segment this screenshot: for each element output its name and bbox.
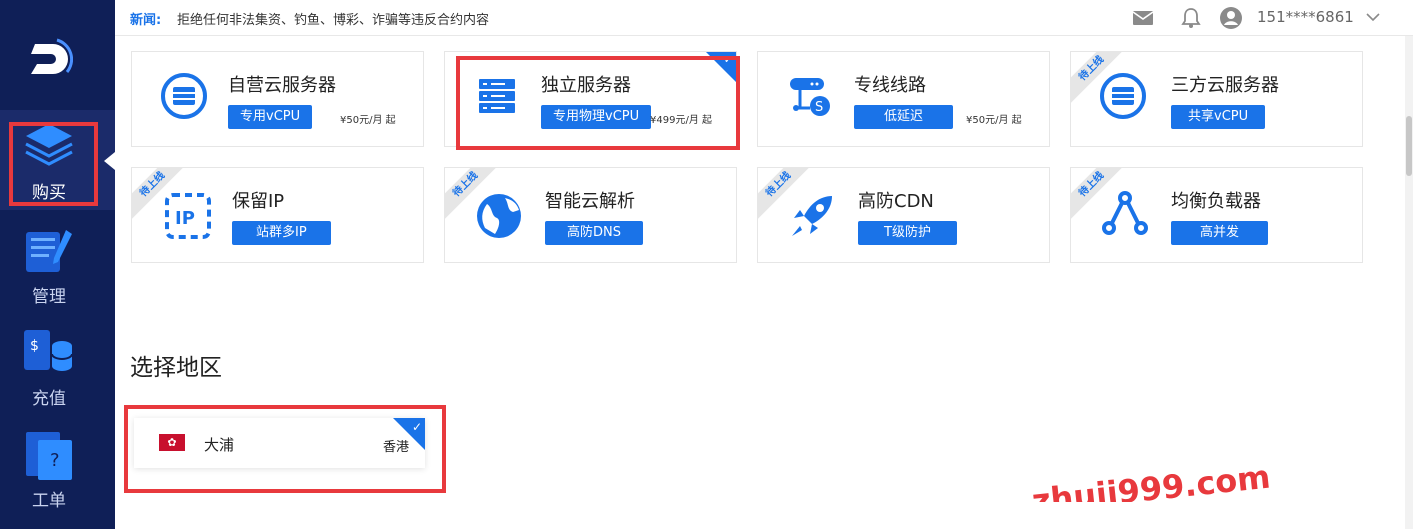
- server-rack-icon: [479, 79, 515, 113]
- rocket-icon: [792, 196, 832, 236]
- ip-icon: IP: [165, 193, 211, 239]
- product-title: 保留IP: [232, 191, 285, 212]
- sidebar-item-label: 工单: [32, 491, 66, 511]
- document-pen-icon: [26, 230, 72, 272]
- top-bar: 新闻: 拒绝任何非法集资、钓鱼、博彩、诈骗等违反合约内容 151****6861: [115, 0, 1413, 36]
- product-title: 高防CDN: [858, 191, 934, 212]
- ticket-question-icon: ?: [26, 432, 72, 480]
- product-tag: 共享vCPU: [1171, 105, 1266, 129]
- product-card-reserved-ip[interactable]: 待上线 IP 保留IP 站群多IP: [131, 167, 424, 263]
- globe-icon: [477, 194, 521, 238]
- region-name: 大浦: [204, 436, 235, 454]
- product-tag: T级防护: [858, 221, 957, 245]
- mail-icon[interactable]: [1131, 6, 1155, 30]
- product-title: 均衡负载器: [1171, 191, 1261, 212]
- bell-icon[interactable]: [1179, 6, 1203, 30]
- sidebar-item-label: 充值: [32, 389, 66, 409]
- product-card-self-cloud[interactable]: 自营云服务器 专用vCPU ¥50元/月 起: [131, 51, 424, 147]
- watermark-text: zhuji999.com: [1030, 458, 1272, 502]
- sidebar: 购买 管理 $ 充值 ? 工单: [0, 0, 115, 529]
- product-tag: 专用物理vCPU: [541, 105, 652, 129]
- news-label: 新闻:: [130, 13, 162, 28]
- svg-text:IP: IP: [175, 208, 195, 229]
- product-tag: 高并发: [1171, 221, 1269, 245]
- region-option-taipo[interactable]: ✿ 大浦 香港 ✓: [134, 418, 425, 468]
- product-title: 专线线路: [854, 75, 926, 96]
- sidebar-item-label: 管理: [32, 287, 66, 307]
- product-card-third-party-cloud[interactable]: 待上线 三方云服务器 共享vCPU: [1070, 51, 1363, 147]
- product-tag: 站群多IP: [232, 221, 331, 245]
- product-tag: 低延迟: [854, 105, 954, 129]
- svg-text:$: $: [30, 338, 39, 354]
- chevron-down-icon[interactable]: [1365, 9, 1381, 25]
- product-card-dedicated-line[interactable]: S 专线线路 低延迟 ¥50元/月 起: [757, 51, 1050, 147]
- layers-icon: [25, 124, 73, 166]
- product-price: ¥50元/月 起: [966, 115, 1022, 126]
- user-phone[interactable]: 151****6861: [1257, 8, 1354, 26]
- product-price: ¥499元/月 起: [650, 115, 712, 126]
- product-title: 独立服务器: [541, 75, 631, 96]
- region-section-title: 选择地区: [130, 355, 222, 381]
- watermark: zhuji999.com: [1030, 458, 1272, 502]
- product-tag: 高防DNS: [545, 221, 643, 245]
- svg-text:?: ?: [50, 450, 60, 471]
- news-ticker[interactable]: 拒绝任何非法集资、钓鱼、博彩、诈骗等违反合约内容: [177, 9, 489, 28]
- logo-icon[interactable]: [27, 36, 73, 82]
- product-card-dedicated-server[interactable]: 独立服务器 专用物理vCPU ¥499元/月 起 ✓: [444, 51, 737, 147]
- check-icon: ✓: [723, 53, 733, 66]
- load-balancer-icon: [1102, 191, 1148, 235]
- product-title: 三方云服务器: [1171, 75, 1279, 96]
- server-circle-icon: [161, 73, 207, 119]
- hong-kong-flag-icon: ✿: [159, 434, 185, 451]
- sidebar-item-ticket[interactable]: ? 工单: [0, 418, 115, 518]
- product-card-ddos-cdn[interactable]: 待上线 高防CDN T级防护: [757, 167, 1050, 263]
- coins-icon: $: [24, 330, 73, 371]
- product-title: 自营云服务器: [228, 75, 336, 96]
- active-caret: [104, 152, 115, 170]
- network-line-icon: S: [790, 78, 830, 116]
- avatar[interactable]: [1219, 6, 1243, 30]
- scrollbar-thumb[interactable]: [1406, 116, 1412, 176]
- server-circle-icon: [1100, 73, 1146, 119]
- svg-text:S: S: [815, 100, 823, 115]
- product-title: 智能云解析: [545, 191, 635, 212]
- check-icon: ✓: [411, 420, 422, 434]
- scrollbar[interactable]: [1405, 36, 1413, 529]
- product-price: ¥50元/月 起: [340, 115, 396, 126]
- sidebar-item-buy[interactable]: 购买: [0, 110, 115, 210]
- sidebar-item-label: 购买: [32, 183, 66, 203]
- sidebar-item-manage[interactable]: 管理: [0, 214, 115, 314]
- product-tag: 专用vCPU: [228, 105, 313, 129]
- product-card-smart-dns[interactable]: 待上线 智能云解析 高防DNS: [444, 167, 737, 263]
- product-card-load-balancer[interactable]: 待上线 均衡负载器 高并发: [1070, 167, 1363, 263]
- sidebar-item-recharge[interactable]: $ 充值: [0, 316, 115, 416]
